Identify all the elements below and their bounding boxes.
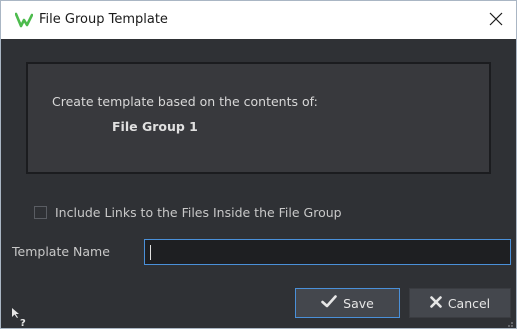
- include-links-option[interactable]: Include Links to the Files Inside the Fi…: [34, 203, 342, 221]
- help-cursor-icon[interactable]: ?: [11, 307, 29, 328]
- title-bar: File Group Template: [1, 1, 516, 39]
- resize-grip-icon[interactable]: [504, 316, 514, 327]
- template-name-input[interactable]: [144, 239, 511, 265]
- text-caret: [150, 245, 151, 260]
- cancel-button[interactable]: Cancel: [409, 288, 511, 318]
- include-links-label: Include Links to the Files Inside the Fi…: [55, 204, 342, 220]
- save-label: Save: [343, 295, 374, 311]
- x-icon: [430, 295, 448, 311]
- file-group-name: File Group 1: [112, 119, 198, 134]
- save-button[interactable]: Save: [295, 288, 400, 318]
- close-icon: [489, 11, 503, 30]
- checkmark-icon: [321, 295, 343, 311]
- template-name-label: Template Name: [12, 244, 110, 259]
- file-group-template-dialog: File Group Template Create template base…: [0, 0, 517, 329]
- wavelab-logo-icon: [14, 12, 34, 28]
- svg-text:?: ?: [20, 318, 26, 327]
- include-links-checkbox[interactable]: [34, 205, 47, 219]
- close-button[interactable]: [476, 1, 516, 39]
- info-panel: Create template based on the contents of…: [26, 62, 491, 174]
- info-description: Create template based on the contents of…: [52, 94, 318, 109]
- window-title: File Group Template: [39, 12, 168, 27]
- cancel-label: Cancel: [447, 295, 491, 311]
